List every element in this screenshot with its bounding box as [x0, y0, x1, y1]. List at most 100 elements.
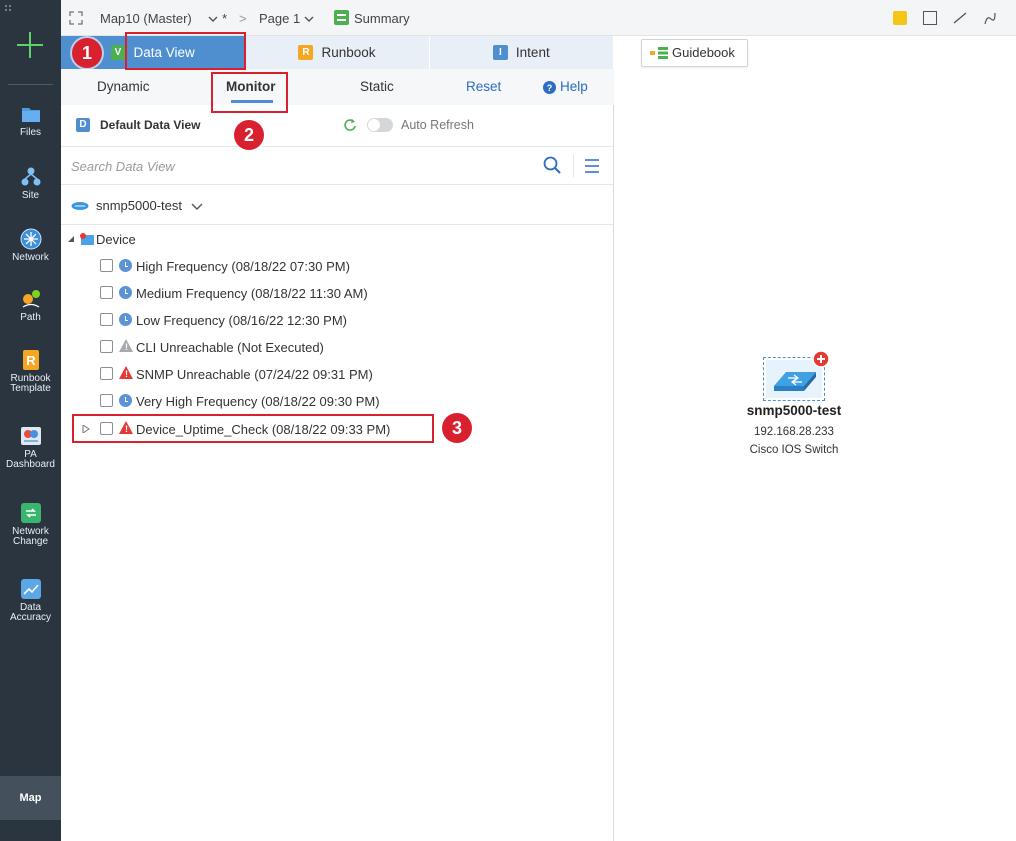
subtab-dynamic[interactable]: Dynamic — [97, 79, 150, 94]
warning-red-icon: ! — [119, 366, 133, 379]
search-icon[interactable] — [543, 156, 561, 174]
warning-gray-icon: ! — [119, 339, 133, 352]
site-icon — [21, 167, 40, 186]
rail-item-map[interactable]: Map — [0, 776, 61, 820]
runbook-tab-icon: R — [298, 45, 314, 60]
rail-top — [0, 0, 61, 18]
tab-intent[interactable]: I Intent — [429, 36, 614, 69]
search-input[interactable] — [71, 155, 531, 177]
tree-root-label: Device — [96, 232, 136, 247]
runbook-icon: R — [22, 350, 39, 370]
tree-item-label: High Frequency (08/18/22 07:30 PM) — [136, 259, 350, 274]
help-link[interactable]: Help — [560, 79, 588, 94]
tree-item-checkbox[interactable] — [100, 286, 113, 299]
rail-label-netchange-2: Change — [12, 536, 49, 547]
data-accuracy-icon — [20, 579, 41, 599]
clock-icon — [119, 313, 132, 326]
unsaved-marker: * — [222, 11, 228, 26]
tree-item-checkbox[interactable] — [100, 313, 113, 326]
guidebook-button[interactable]: Guidebook — [641, 39, 748, 67]
data-view-subtabs: Dynamic Monitor Static Reset ? Help — [61, 69, 614, 105]
expanded-arrow-icon[interactable] — [67, 235, 75, 243]
alert-plus-icon[interactable] — [812, 350, 830, 368]
search-divider — [573, 155, 574, 177]
intent-tab-icon: I — [492, 45, 508, 60]
highlight-box-data-view — [125, 32, 246, 70]
tree-item[interactable]: Low Frequency (08/16/22 12:30 PM) — [61, 308, 614, 332]
summary-link[interactable]: Summary — [354, 11, 410, 26]
data-view-name[interactable]: Default Data View — [100, 118, 200, 132]
expand-icon[interactable] — [69, 11, 83, 25]
tree-item-checkbox[interactable] — [100, 367, 113, 380]
subtab-static[interactable]: Static — [360, 79, 394, 94]
rail-item-pa-dashboard[interactable]: PA Dashboard — [0, 425, 61, 470]
tree-item-label: CLI Unreachable (Not Executed) — [136, 340, 324, 355]
rectangle-tool-icon[interactable] — [923, 11, 937, 25]
svg-text:?: ? — [547, 83, 553, 93]
tree-item-label: Very High Frequency (08/18/22 09:30 PM) — [136, 394, 380, 409]
dashboard-icon — [20, 427, 41, 445]
tree-item[interactable]: ! CLI Unreachable (Not Executed) — [61, 335, 614, 359]
highlight-box-device-uptime — [72, 414, 434, 443]
tree-item-label: SNMP Unreachable (07/24/22 09:31 PM) — [136, 367, 373, 382]
rail-label-files: Files — [19, 127, 42, 138]
app-root: Files Site Network Path R Runbook Templa… — [0, 0, 1016, 841]
summary-icon — [334, 10, 349, 25]
data-view-panel: V Data View R Runbook I Intent Dynamic M… — [61, 32, 614, 841]
rail-item-site[interactable]: Site — [0, 166, 61, 201]
menu-icon[interactable] — [584, 159, 600, 173]
guidebook-label: Guidebook — [672, 45, 735, 60]
tree-item-checkbox[interactable] — [100, 394, 113, 407]
rail-label-data-2: Accuracy — [9, 612, 52, 623]
curve-tool-icon[interactable] — [983, 11, 997, 25]
help-icon[interactable]: ? — [543, 81, 556, 94]
rail-item-runbook-template[interactable]: R Runbook Template — [0, 349, 61, 394]
device-folder-icon — [80, 233, 94, 245]
switch-icon — [71, 202, 89, 210]
highlight-box-monitor — [211, 72, 288, 113]
search-row — [61, 147, 614, 185]
note-icon[interactable] — [893, 11, 907, 25]
top-bar: Map10 (Master) * > Page 1 Summary — [61, 0, 1016, 36]
data-view-row: D Default Data View Auto Refresh — [61, 105, 614, 147]
device-ip-label: 192.168.28.233 — [754, 426, 834, 438]
device-node[interactable] — [763, 350, 830, 401]
network-change-icon — [20, 503, 41, 523]
reset-link[interactable]: Reset — [466, 79, 501, 94]
left-rail: Files Site Network Path R Runbook Templa… — [0, 0, 61, 841]
rail-item-path[interactable]: Path — [0, 288, 61, 323]
clock-icon — [119, 259, 132, 272]
tree-item[interactable]: ! SNMP Unreachable (07/24/22 09:31 PM) — [61, 362, 614, 386]
breadcrumb-separator: > — [239, 11, 247, 26]
clock-icon — [119, 286, 132, 299]
tree-item[interactable]: Medium Frequency (08/18/22 11:30 AM) — [61, 281, 614, 305]
tree-item-label: Medium Frequency (08/18/22 11:30 AM) — [136, 286, 368, 301]
rail-item-data-accuracy[interactable]: Data Accuracy — [0, 578, 61, 623]
chevron-down-icon[interactable] — [208, 16, 218, 24]
line-tool-icon[interactable] — [953, 11, 967, 25]
rail-item-files[interactable]: Files — [0, 103, 61, 138]
device-chevron-icon[interactable] — [191, 203, 203, 211]
tree-item[interactable]: Very High Frequency (08/18/22 09:30 PM) — [61, 389, 614, 413]
tree-item[interactable]: High Frequency (08/18/22 07:30 PM) — [61, 254, 614, 278]
map-canvas[interactable]: Guidebook snmp5000-test 192.168.28.233 C… — [614, 36, 1016, 841]
guidebook-icon — [650, 47, 668, 59]
device-selector[interactable]: snmp5000-test — [96, 198, 182, 213]
page-chevron-icon[interactable] — [304, 16, 314, 24]
tab-runbook-label: Runbook — [321, 45, 376, 60]
rail-label-pa-2: Dashboard — [6, 459, 55, 470]
page-selector[interactable]: Page 1 — [259, 11, 300, 26]
rail-item-network-change[interactable]: Network Change — [0, 502, 61, 547]
tree-item-checkbox[interactable] — [100, 259, 113, 272]
auto-refresh-toggle[interactable] — [367, 118, 393, 132]
rail-item-network[interactable]: Network — [0, 228, 61, 263]
refresh-icon[interactable] — [343, 118, 357, 132]
rail-label-path: Path — [20, 312, 41, 323]
add-icon[interactable] — [14, 30, 46, 62]
tree-item-checkbox[interactable] — [100, 340, 113, 353]
map-title[interactable]: Map10 (Master) — [100, 11, 192, 26]
tree-item-label: Low Frequency (08/16/22 12:30 PM) — [136, 313, 348, 328]
network-icon — [20, 228, 41, 250]
tab-runbook[interactable]: R Runbook — [245, 36, 430, 69]
tree-root-device[interactable]: Device — [61, 227, 614, 251]
